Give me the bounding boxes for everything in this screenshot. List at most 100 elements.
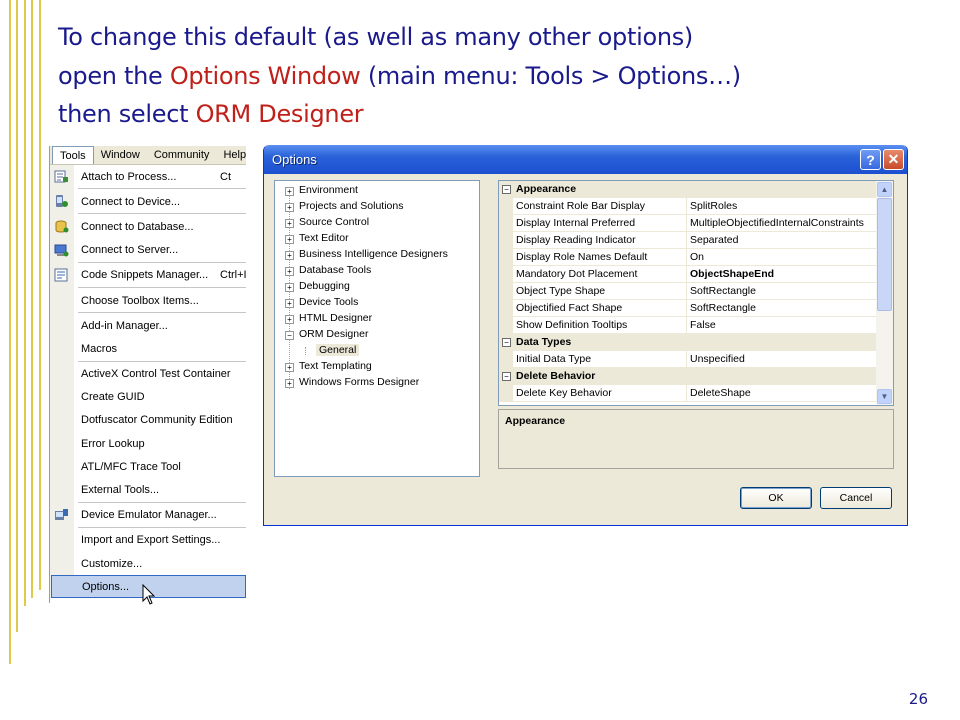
mouse-cursor-icon: [142, 584, 156, 605]
row-gutter: [499, 283, 513, 300]
menu-item-customize[interactable]: Customize...: [50, 552, 246, 575]
tree-node-orm-designer[interactable]: − ORM Designer: [275, 327, 475, 343]
property-row[interactable]: Show Definition Tooltips False: [499, 317, 877, 334]
row-gutter: [499, 385, 513, 402]
menubar-item-window[interactable]: Window: [94, 146, 147, 164]
property-row[interactable]: Object Type Shape SoftRectangle: [499, 283, 877, 300]
collapse-icon[interactable]: −: [285, 331, 294, 340]
expand-icon[interactable]: +: [285, 363, 294, 372]
expand-icon[interactable]: +: [285, 283, 294, 292]
menu-item-external-tools[interactable]: External Tools...: [50, 478, 246, 501]
ok-button[interactable]: OK: [740, 487, 812, 509]
property-row[interactable]: Objectified Fact Shape SoftRectangle: [499, 300, 877, 317]
menu-item-shortcut: Ctrl+I: [220, 269, 246, 282]
menu-item-label: Error Lookup: [81, 437, 145, 450]
property-category-delete-behavior[interactable]: − Delete Behavior: [499, 368, 877, 385]
menu-item-connect-database[interactable]: Connect to Database...: [50, 215, 246, 238]
tree-node-bi-designers[interactable]: + Business Intelligence Designers: [275, 247, 475, 263]
collapse-icon[interactable]: −: [502, 372, 511, 381]
cancel-button[interactable]: Cancel: [820, 487, 892, 509]
property-row[interactable]: Delete Key Behavior DeleteShape: [499, 385, 877, 402]
menu-item-import-export[interactable]: Import and Export Settings...: [50, 529, 246, 552]
column-divider: [686, 215, 687, 232]
property-grid-scrollbar[interactable]: ▲ ▼: [876, 181, 893, 405]
menu-item-label: ActiveX Control Test Container: [81, 368, 231, 381]
property-value[interactable]: On: [690, 251, 704, 263]
menu-item-device-emulator[interactable]: Device Emulator Manager...: [50, 504, 246, 527]
help-button[interactable]: ?: [860, 149, 881, 170]
property-value[interactable]: DeleteShape: [690, 387, 751, 399]
expand-icon[interactable]: +: [285, 203, 294, 212]
menu-item-connect-device[interactable]: Connect to Device...: [50, 190, 246, 213]
property-value[interactable]: ObjectShapeEnd: [690, 268, 774, 280]
property-value[interactable]: Unspecified: [690, 353, 745, 365]
tree-node-winforms-designer[interactable]: + Windows Forms Designer: [275, 375, 475, 391]
tree-node-general[interactable]: General: [275, 343, 475, 359]
tree-node-source-control[interactable]: + Source Control: [275, 215, 475, 231]
column-divider: [686, 351, 687, 368]
property-row[interactable]: Initial Data Type Unspecified: [499, 351, 877, 368]
device-icon: [56, 195, 68, 208]
expand-icon[interactable]: +: [285, 379, 294, 388]
tree-node-text-templating[interactable]: + Text Templating: [275, 359, 475, 375]
property-value[interactable]: SoftRectangle: [690, 285, 756, 297]
menu-item-attach-process[interactable]: Attach to Process... Ct: [50, 165, 246, 188]
menu-item-dotfuscator[interactable]: Dotfuscator Community Edition: [50, 409, 246, 432]
expand-icon[interactable]: +: [285, 187, 294, 196]
expand-icon[interactable]: +: [285, 235, 294, 244]
property-category-data-types[interactable]: − Data Types: [499, 334, 877, 351]
close-button[interactable]: ✕: [883, 149, 904, 170]
menu-item-atl-trace[interactable]: ATL/MFC Trace Tool: [50, 455, 246, 478]
property-row[interactable]: Display Role Names Default On: [499, 249, 877, 266]
expand-icon[interactable]: +: [285, 219, 294, 228]
dialog-titlebar[interactable]: Options ? ✕: [264, 145, 907, 174]
column-divider: [686, 198, 687, 215]
menubar-item-tools[interactable]: Tools: [52, 146, 94, 164]
decor-line: [24, 0, 26, 606]
property-row[interactable]: Constraint Role Bar Display SplitRoles: [499, 198, 877, 215]
tree-node-debugging[interactable]: + Debugging: [275, 279, 475, 295]
tree-node-text-editor[interactable]: + Text Editor: [275, 231, 475, 247]
property-value[interactable]: Separated: [690, 234, 738, 246]
property-row[interactable]: Display Internal Preferred MultipleObject…: [499, 215, 877, 232]
expand-icon[interactable]: +: [285, 299, 294, 308]
menu-item-macros[interactable]: Macros: [50, 337, 246, 360]
menu-item-error-lookup[interactable]: Error Lookup: [50, 432, 246, 455]
row-gutter: [499, 351, 513, 368]
row-gutter: [499, 317, 513, 334]
property-row[interactable]: Display Reading Indicator Separated: [499, 232, 877, 249]
slide-line-2-text: open the: [58, 61, 170, 90]
expand-icon[interactable]: +: [285, 315, 294, 324]
tree-node-html-designer[interactable]: + HTML Designer: [275, 311, 475, 327]
row-divider: [513, 401, 877, 402]
expand-icon[interactable]: +: [285, 251, 294, 260]
menu-item-code-snippets[interactable]: Code Snippets Manager... Ctrl+I: [50, 264, 246, 287]
expand-icon[interactable]: +: [285, 267, 294, 276]
property-value[interactable]: SoftRectangle: [690, 302, 756, 314]
tree-node-projects-solutions[interactable]: + Projects and Solutions: [275, 199, 475, 215]
tree-node-device-tools[interactable]: + Device Tools: [275, 295, 475, 311]
tree-node-label: Business Intelligence Designers: [299, 248, 448, 260]
property-category-appearance[interactable]: − Appearance: [499, 181, 877, 198]
menu-item-choose-toolbox[interactable]: Choose Toolbox Items...: [50, 289, 246, 312]
menu-item-activex-test[interactable]: ActiveX Control Test Container: [50, 363, 246, 386]
row-gutter: [499, 266, 513, 283]
tree-node-database-tools[interactable]: + Database Tools: [275, 263, 475, 279]
decor-line: [9, 0, 11, 664]
collapse-icon[interactable]: −: [502, 185, 511, 194]
collapse-icon[interactable]: −: [502, 338, 511, 347]
menu-item-create-guid[interactable]: Create GUID: [50, 386, 246, 409]
scroll-thumb[interactable]: [877, 198, 892, 311]
menu-item-addin-manager[interactable]: Add-in Manager...: [50, 314, 246, 337]
property-value[interactable]: SplitRoles: [690, 200, 737, 212]
scroll-down-icon[interactable]: ▼: [877, 389, 892, 404]
menubar-item-community[interactable]: Community: [147, 146, 217, 164]
menubar-item-help[interactable]: Help: [216, 146, 246, 164]
tree-node-environment[interactable]: + Environment: [275, 183, 475, 199]
menu-item-connect-server[interactable]: Connect to Server...: [50, 239, 246, 262]
property-value[interactable]: MultipleObjectifiedInternalConstraints: [690, 217, 864, 229]
slide-line-3: then select ORM Designer: [58, 95, 741, 134]
property-row[interactable]: Mandatory Dot Placement ObjectShapeEnd: [499, 266, 877, 283]
property-value[interactable]: False: [690, 319, 716, 331]
scroll-up-icon[interactable]: ▲: [877, 182, 892, 197]
